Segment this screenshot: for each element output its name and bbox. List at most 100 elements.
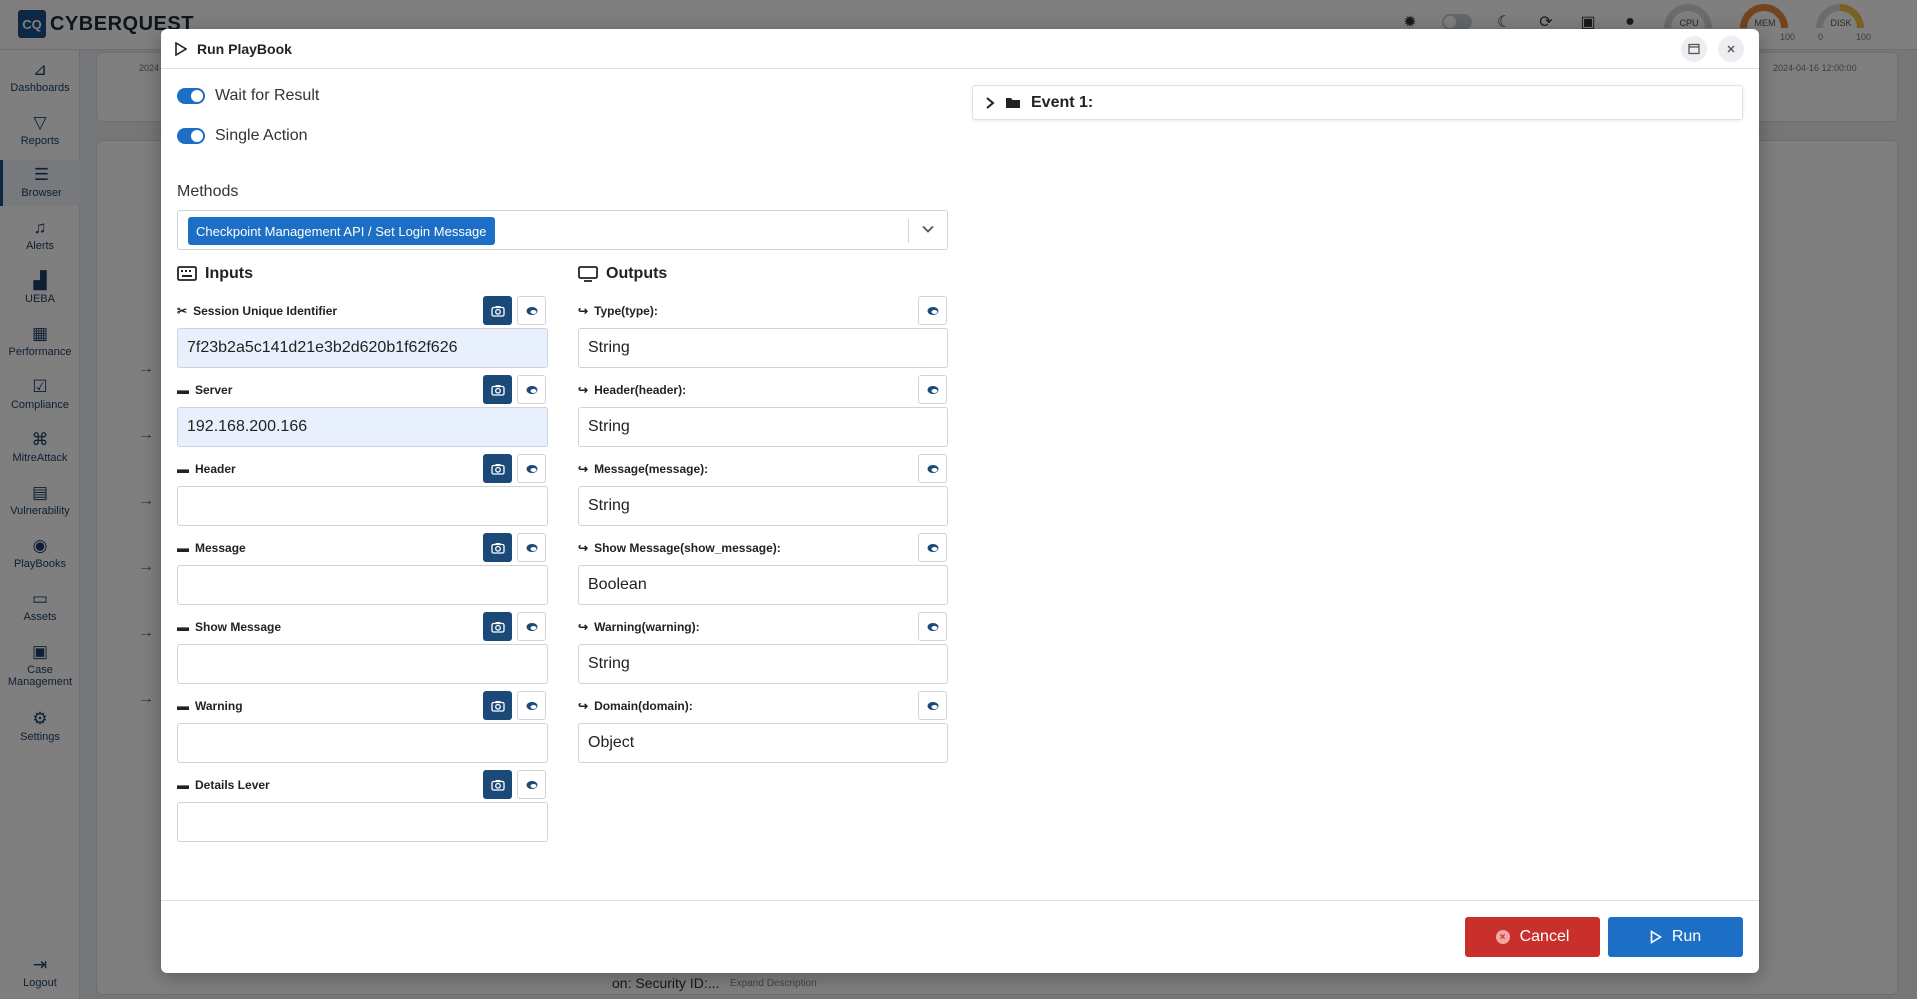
- variable-button[interactable]: [918, 533, 947, 562]
- variable-button[interactable]: [517, 296, 546, 325]
- single-action-toggle-row[interactable]: Single Action: [177, 127, 308, 145]
- maximize-button[interactable]: [1681, 36, 1707, 62]
- keyboard-icon: ▬: [177, 462, 189, 476]
- variable-button[interactable]: [918, 612, 947, 641]
- variable-icon: [526, 701, 537, 710]
- modal-header: Run PlayBook: [161, 29, 1759, 69]
- inputs-title: Inputs: [205, 265, 253, 282]
- variable-button[interactable]: [918, 691, 947, 720]
- camera-icon: [490, 463, 505, 475]
- output-label-message: ↪ Message(message):: [578, 462, 708, 476]
- snapshot-button[interactable]: [483, 691, 512, 720]
- wait-for-result-switch[interactable]: [177, 88, 205, 104]
- select-separator: [908, 219, 909, 243]
- cancel-label: Cancel: [1519, 928, 1570, 945]
- input-label-warning: ▬ Warning: [177, 699, 243, 713]
- snapshot-button[interactable]: [483, 612, 512, 641]
- variable-button[interactable]: [918, 454, 947, 483]
- output-label-domain: ↪ Domain(domain):: [578, 699, 693, 713]
- close-icon: [1727, 45, 1735, 53]
- output-label-text: Show Message(show_message):: [594, 541, 781, 555]
- keyboard-icon: ▬: [177, 383, 189, 397]
- share-icon: ↪: [578, 541, 589, 555]
- input-warning[interactable]: [177, 723, 548, 763]
- output-label-text: Domain(domain):: [594, 699, 693, 713]
- chevron-right-icon: [986, 96, 995, 109]
- wait-for-result-toggle-row[interactable]: Wait for Result: [177, 87, 319, 105]
- variable-button[interactable]: [918, 296, 947, 325]
- variable-icon: [526, 543, 537, 552]
- method-chip[interactable]: Checkpoint Management API / Set Login Me…: [188, 217, 495, 245]
- snapshot-button[interactable]: [483, 454, 512, 483]
- variable-button[interactable]: [918, 375, 947, 404]
- single-action-switch[interactable]: [177, 128, 205, 144]
- tools-icon: ✂: [177, 304, 188, 318]
- keyboard-icon: [177, 266, 197, 281]
- input-header[interactable]: [177, 486, 548, 526]
- output-warning[interactable]: String: [578, 644, 948, 684]
- keyboard-icon: ▬: [177, 699, 189, 713]
- inputs-section-title: Inputs: [177, 265, 253, 283]
- input-message[interactable]: [177, 565, 548, 605]
- input-label-text: Show Message: [195, 620, 282, 634]
- monitor-icon: [578, 266, 598, 282]
- close-button[interactable]: [1718, 36, 1744, 62]
- variable-icon: [927, 464, 938, 473]
- cancel-button[interactable]: × Cancel: [1465, 917, 1600, 957]
- variable-button[interactable]: [517, 612, 546, 641]
- variable-button[interactable]: [517, 454, 546, 483]
- folder-icon: [1006, 98, 1020, 108]
- variable-button[interactable]: [517, 375, 546, 404]
- modal-title: Run PlayBook: [197, 40, 292, 57]
- output-domain[interactable]: Object: [578, 723, 948, 763]
- input-label-header: ▬ Header: [177, 462, 236, 476]
- variable-icon: [526, 622, 537, 631]
- input-show-message[interactable]: [177, 644, 548, 684]
- play-icon: [175, 41, 187, 56]
- input-details-lever[interactable]: [177, 802, 548, 842]
- snapshot-button[interactable]: [483, 296, 512, 325]
- wait-for-result-label: Wait for Result: [215, 87, 320, 104]
- event-title: Event 1:: [1031, 93, 1094, 111]
- variable-button[interactable]: [517, 770, 546, 799]
- camera-icon: [490, 779, 505, 791]
- event-1-accordion[interactable]: Event 1:: [972, 85, 1743, 120]
- output-label-text: Warning(warning):: [594, 620, 700, 634]
- output-label-text: Type(type):: [594, 304, 658, 318]
- input-label-text: Details Lever: [195, 778, 270, 792]
- outputs-section-title: Outputs: [578, 265, 667, 283]
- input-server[interactable]: 192.168.200.166: [177, 407, 548, 447]
- variable-button[interactable]: [517, 691, 546, 720]
- variable-icon: [927, 701, 938, 710]
- input-label-text: Server: [195, 383, 233, 397]
- input-label-session-uid: ✂ Session Unique Identifier: [177, 304, 337, 318]
- output-label-text: Header(header):: [594, 383, 687, 397]
- variable-icon: [927, 543, 938, 552]
- snapshot-button[interactable]: [483, 533, 512, 562]
- close-circle-icon: ×: [1495, 930, 1510, 944]
- variable-icon: [526, 306, 537, 315]
- snapshot-button[interactable]: [483, 770, 512, 799]
- output-message[interactable]: String: [578, 486, 948, 526]
- chevron-down-icon[interactable]: [921, 222, 935, 236]
- share-icon: ↪: [578, 304, 589, 318]
- variable-button[interactable]: [517, 533, 546, 562]
- output-show-message[interactable]: Boolean: [578, 565, 948, 605]
- methods-select[interactable]: Checkpoint Management API / Set Login Me…: [177, 210, 948, 250]
- run-button[interactable]: Run: [1608, 917, 1743, 957]
- camera-icon: [490, 700, 505, 712]
- variable-icon: [927, 385, 938, 394]
- camera-icon: [490, 621, 505, 633]
- input-label-message: ▬ Message: [177, 541, 246, 555]
- snapshot-button[interactable]: [483, 375, 512, 404]
- output-type[interactable]: String: [578, 328, 948, 368]
- single-action-label: Single Action: [215, 127, 308, 144]
- input-session-uid[interactable]: 7f23b2a5c141d21e3b2d620b1f62f626: [177, 328, 548, 368]
- variable-icon: [526, 780, 537, 789]
- input-label-server: ▬ Server: [177, 383, 232, 397]
- input-label-text: Header: [195, 462, 236, 476]
- run-playbook-modal: Run PlayBook Wait for Result Single Acti…: [161, 29, 1759, 973]
- output-header[interactable]: String: [578, 407, 948, 447]
- output-label-text: Message(message):: [594, 462, 709, 476]
- keyboard-icon: ▬: [177, 778, 189, 792]
